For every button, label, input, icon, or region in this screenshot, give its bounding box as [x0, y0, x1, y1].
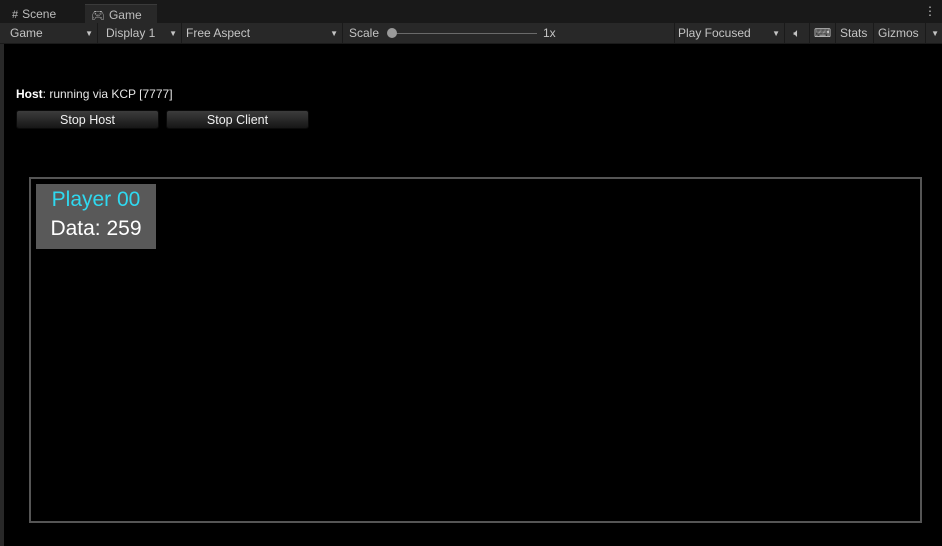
aspect-label: Free Aspect [186, 26, 251, 40]
chevron-down-icon: ▼ [85, 29, 93, 38]
host-status-text: : running via KCP [7777] [42, 87, 173, 101]
play-mode-label: Play Focused [678, 26, 751, 40]
grid-icon: # [12, 9, 19, 21]
chevron-down-icon: ▼ [330, 29, 338, 38]
host-status: Host: running via KCP [7777] [16, 87, 173, 101]
player-label: Player 00 Data: 259 [36, 184, 156, 249]
player-data: Data: 259 [50, 217, 142, 240]
audio-mute-button[interactable]: 🔈︎ [785, 23, 810, 43]
scale-slider-track[interactable] [392, 33, 537, 34]
chevron-down-icon: ▼ [772, 29, 780, 38]
speaker-icon: 🔈︎ [793, 26, 801, 40]
gizmos-button[interactable]: Gizmos [874, 23, 926, 43]
game-frame [29, 177, 922, 523]
tab-bar: # Scene 🎮︎ Game ⋮ [0, 0, 942, 23]
keyboard-button[interactable]: ⌨︎ [810, 23, 836, 43]
player-name: Player 00 [51, 188, 141, 211]
game-toolbar: Game ▼ Display 1 ▼ Free Aspect ▼ Scale 1x P… [0, 23, 942, 44]
tab-game[interactable]: 🎮︎ Game [85, 4, 157, 23]
scale-value: 1x [543, 26, 556, 40]
view-dropdown[interactable]: Game ▼ [6, 23, 98, 43]
display-dropdown[interactable]: Display 1 ▼ [102, 23, 182, 43]
tab-scene[interactable]: # Scene [6, 4, 84, 23]
view-label: Game [10, 26, 43, 40]
chevron-down-icon: ▼ [931, 29, 939, 38]
tab-label: Game [108, 8, 142, 22]
stats-button[interactable]: Stats [836, 23, 874, 43]
play-mode-dropdown[interactable]: Play Focused ▼ [674, 23, 785, 43]
stop-host-button[interactable]: Stop Host [16, 110, 159, 129]
tab-label: Scene [22, 7, 57, 21]
scale-slider-handle[interactable] [387, 28, 397, 38]
more-options-icon[interactable]: ⋮ [924, 3, 936, 19]
panel-edge [0, 44, 4, 546]
stats-label: Stats [840, 26, 868, 40]
gamepad-icon: 🎮︎ [91, 10, 105, 22]
gizmos-dropdown[interactable]: ▼ [926, 23, 942, 43]
scale-label: Scale [349, 26, 380, 40]
gizmos-label: Gizmos [878, 26, 919, 40]
aspect-dropdown[interactable]: Free Aspect ▼ [182, 23, 343, 43]
stop-client-button[interactable]: Stop Client [166, 110, 309, 129]
display-label: Display 1 [106, 26, 156, 40]
keyboard-icon: ⌨︎ [813, 26, 832, 40]
host-label: Host [16, 87, 43, 101]
chevron-down-icon: ▼ [169, 29, 177, 38]
